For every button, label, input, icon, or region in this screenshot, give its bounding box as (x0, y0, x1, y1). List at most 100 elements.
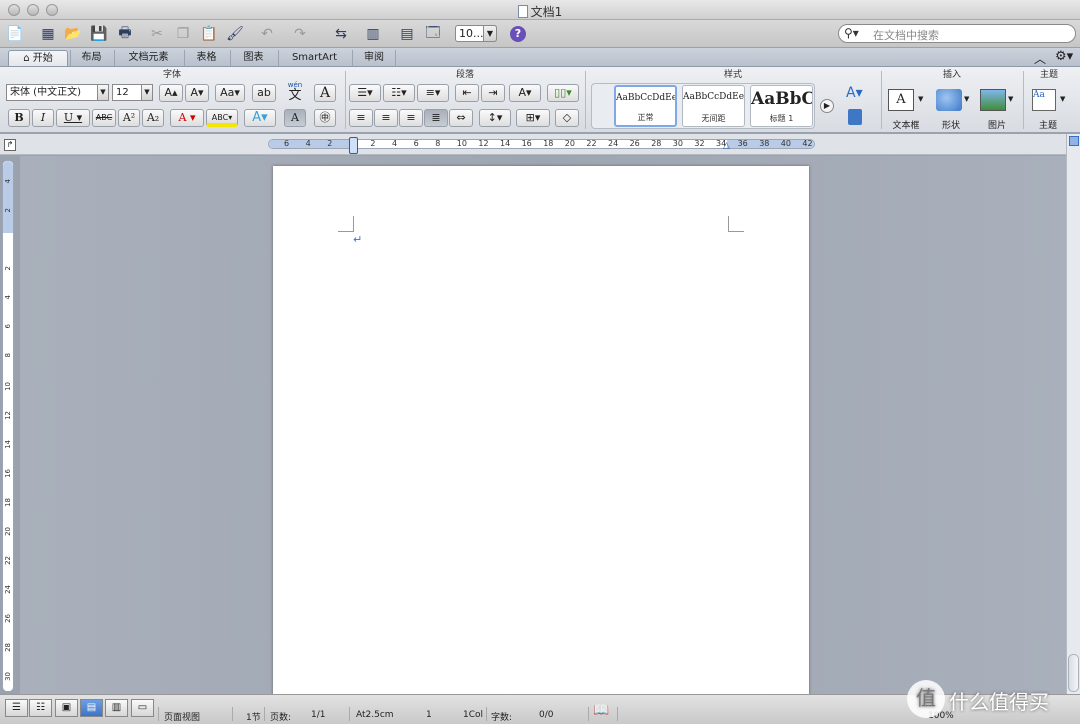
chevron-down-icon[interactable]: ▼ (97, 84, 109, 101)
chevron-down-icon[interactable]: ▼ (1060, 95, 1065, 103)
gallery-icon[interactable]: ▤ (396, 23, 418, 45)
pages-value: 1/1 (311, 710, 326, 720)
columns-icon[interactable]: ▯▯▾ (547, 84, 579, 102)
chevron-down-icon[interactable]: ▼ (141, 84, 153, 101)
right-indent-marker[interactable]: △ (723, 141, 730, 151)
grow-font-icon[interactable]: A▴ (159, 84, 183, 102)
multilevel-list-icon[interactable]: ≡▾ (417, 84, 449, 102)
phonetic-guide-icon[interactable]: wén 文 (283, 81, 307, 105)
chevron-down-icon[interactable]: ▼ (964, 95, 969, 103)
tab-review[interactable]: 审阅 (352, 50, 396, 66)
divider (232, 707, 233, 721)
cut-icon[interactable]: ✂ (146, 23, 168, 45)
redo-icon[interactable]: ↷ (289, 23, 311, 45)
chevron-down-icon[interactable]: ▼ (918, 95, 923, 103)
change-case-icon[interactable]: Aa▾ (215, 84, 245, 102)
line-spacing-icon[interactable]: ↕▾ (479, 109, 511, 127)
shrink-font-icon[interactable]: A▾ (185, 84, 209, 102)
align-center-icon[interactable]: ≡ (374, 109, 398, 127)
undo-icon[interactable]: ↶ (256, 23, 278, 45)
templates-icon[interactable]: ▦ (37, 23, 59, 45)
outline-view-icon[interactable]: ☷ (29, 699, 52, 717)
copy-icon[interactable]: ❐ (172, 23, 194, 45)
character-border-icon[interactable]: A (314, 84, 336, 102)
distributed-icon[interactable]: ⇔ (449, 109, 473, 127)
collapse-ribbon-icon[interactable]: ︿ (1034, 50, 1046, 67)
justify-icon[interactable]: ≣ (424, 109, 448, 127)
ruler-tick-label: 30 (4, 672, 12, 681)
print-layout-view-icon[interactable]: ▤ (80, 699, 103, 717)
numbering-icon[interactable]: ☷▾ (383, 84, 415, 102)
tab-smartart[interactable]: SmartArt (278, 50, 350, 66)
underline-button[interactable]: U ▾ (56, 109, 90, 127)
font-size-field[interactable]: 12 (112, 84, 142, 101)
picture-icon[interactable] (980, 89, 1006, 111)
chevron-down-icon[interactable]: ▼ (483, 25, 497, 42)
align-left-icon[interactable]: ≡ (349, 109, 373, 127)
clear-formatting-icon[interactable]: ab (252, 84, 276, 102)
text-styles-icon[interactable]: A▾ (846, 85, 863, 101)
style-no-spacing[interactable]: AaBbCcDdEe 无间距 (682, 85, 745, 127)
open-icon[interactable]: 📂 (62, 23, 84, 45)
themes-button-label[interactable]: 主题 (1026, 118, 1070, 131)
font-color-icon[interactable]: A ▾ (170, 109, 204, 127)
increase-indent-icon[interactable]: ⇥ (481, 84, 505, 102)
text-effects-icon[interactable]: A▾ (244, 109, 276, 127)
tab-document-elements[interactable]: 文档元素 (114, 50, 182, 66)
sort-icon[interactable]: A▾ (509, 84, 541, 102)
vertical-scrollbar[interactable] (1066, 134, 1080, 694)
spelling-book-icon[interactable]: 📖 (593, 703, 609, 718)
borders-icon[interactable]: ⊞▾ (516, 109, 550, 127)
bold-button[interactable]: B (8, 109, 30, 127)
textbox-icon[interactable]: A (888, 89, 914, 111)
style-heading-1[interactable]: AaBbC 标题 1 (750, 85, 813, 127)
textbox-button-label[interactable]: 文本框 (884, 118, 928, 131)
highlight-icon[interactable]: ABC▾ (206, 109, 238, 127)
tab-home[interactable]: ⌂ 开始 (8, 50, 68, 66)
print-icon[interactable]: 🖶 (114, 23, 136, 45)
picture-button-label[interactable]: 图片 (976, 118, 1018, 131)
fullscreen-view-icon[interactable]: ▭ (131, 699, 154, 717)
paste-icon[interactable]: 📋 (198, 23, 220, 45)
publishing-view-icon[interactable]: ▣ (55, 699, 78, 717)
decrease-indent-icon[interactable]: ⇤ (455, 84, 479, 102)
tab-tables[interactable]: 表格 (184, 50, 228, 66)
paragraph-marks-icon[interactable]: ⇆ (330, 23, 352, 45)
word-count-value[interactable]: 0/0 (539, 710, 553, 720)
themes-icon[interactable]: Aa (1032, 89, 1056, 111)
notebook-view-icon[interactable]: ▥ (105, 699, 128, 717)
format-painter-icon[interactable]: 🖌 (224, 23, 246, 45)
style-normal[interactable]: AaBbCcDdEe 正常 (614, 85, 677, 127)
shapes-button-label[interactable]: 形状 (930, 118, 972, 131)
italic-button[interactable]: I (32, 109, 54, 127)
split-handle-icon[interactable] (1069, 136, 1079, 146)
indent-marker[interactable] (349, 137, 358, 154)
chevron-down-icon[interactable]: ▼ (1008, 95, 1013, 103)
font-name-field[interactable]: 宋体 (中文正文) (6, 84, 98, 101)
tab-selector-icon[interactable]: ↱ (4, 139, 16, 151)
gear-icon[interactable]: ⚙▾ (1055, 49, 1073, 64)
styles-next-icon[interactable]: ▶ (820, 99, 834, 113)
divider (345, 71, 346, 129)
shading-icon[interactable]: ◇ (555, 109, 579, 127)
style-pane-icon[interactable] (848, 109, 862, 125)
help-icon[interactable]: ? (510, 26, 526, 42)
tab-charts[interactable]: 图表 (230, 50, 276, 66)
vertical-ruler[interactable]: 4 2 2 4 6 8 10 12 14 16 18 20 22 24 26 28 30 (2, 160, 14, 692)
superscript-icon[interactable]: A² (118, 109, 140, 127)
bullets-icon[interactable]: ☰▾ (349, 84, 381, 102)
subscript-icon[interactable]: A₂ (142, 109, 164, 127)
save-icon[interactable]: 💾 (88, 23, 110, 45)
align-right-icon[interactable]: ≡ (399, 109, 423, 127)
tab-layout[interactable]: 布局 (70, 50, 112, 66)
enclose-characters-icon[interactable]: ㊥ (314, 109, 336, 127)
character-shading-icon[interactable]: A (284, 109, 306, 127)
shapes-icon[interactable] (936, 89, 962, 111)
new-document-icon[interactable]: 📄 (4, 23, 26, 45)
draft-view-icon[interactable]: ☰ (5, 699, 28, 717)
toolbox-icon[interactable]: 🗔 (422, 23, 444, 45)
strikethrough-icon[interactable]: ABC (92, 109, 116, 127)
search-input[interactable]: 在文档中搜索 (838, 24, 1076, 43)
sidebar-icon[interactable]: ▥ (362, 23, 384, 45)
search-icon[interactable]: ⚲▾ (844, 26, 859, 40)
